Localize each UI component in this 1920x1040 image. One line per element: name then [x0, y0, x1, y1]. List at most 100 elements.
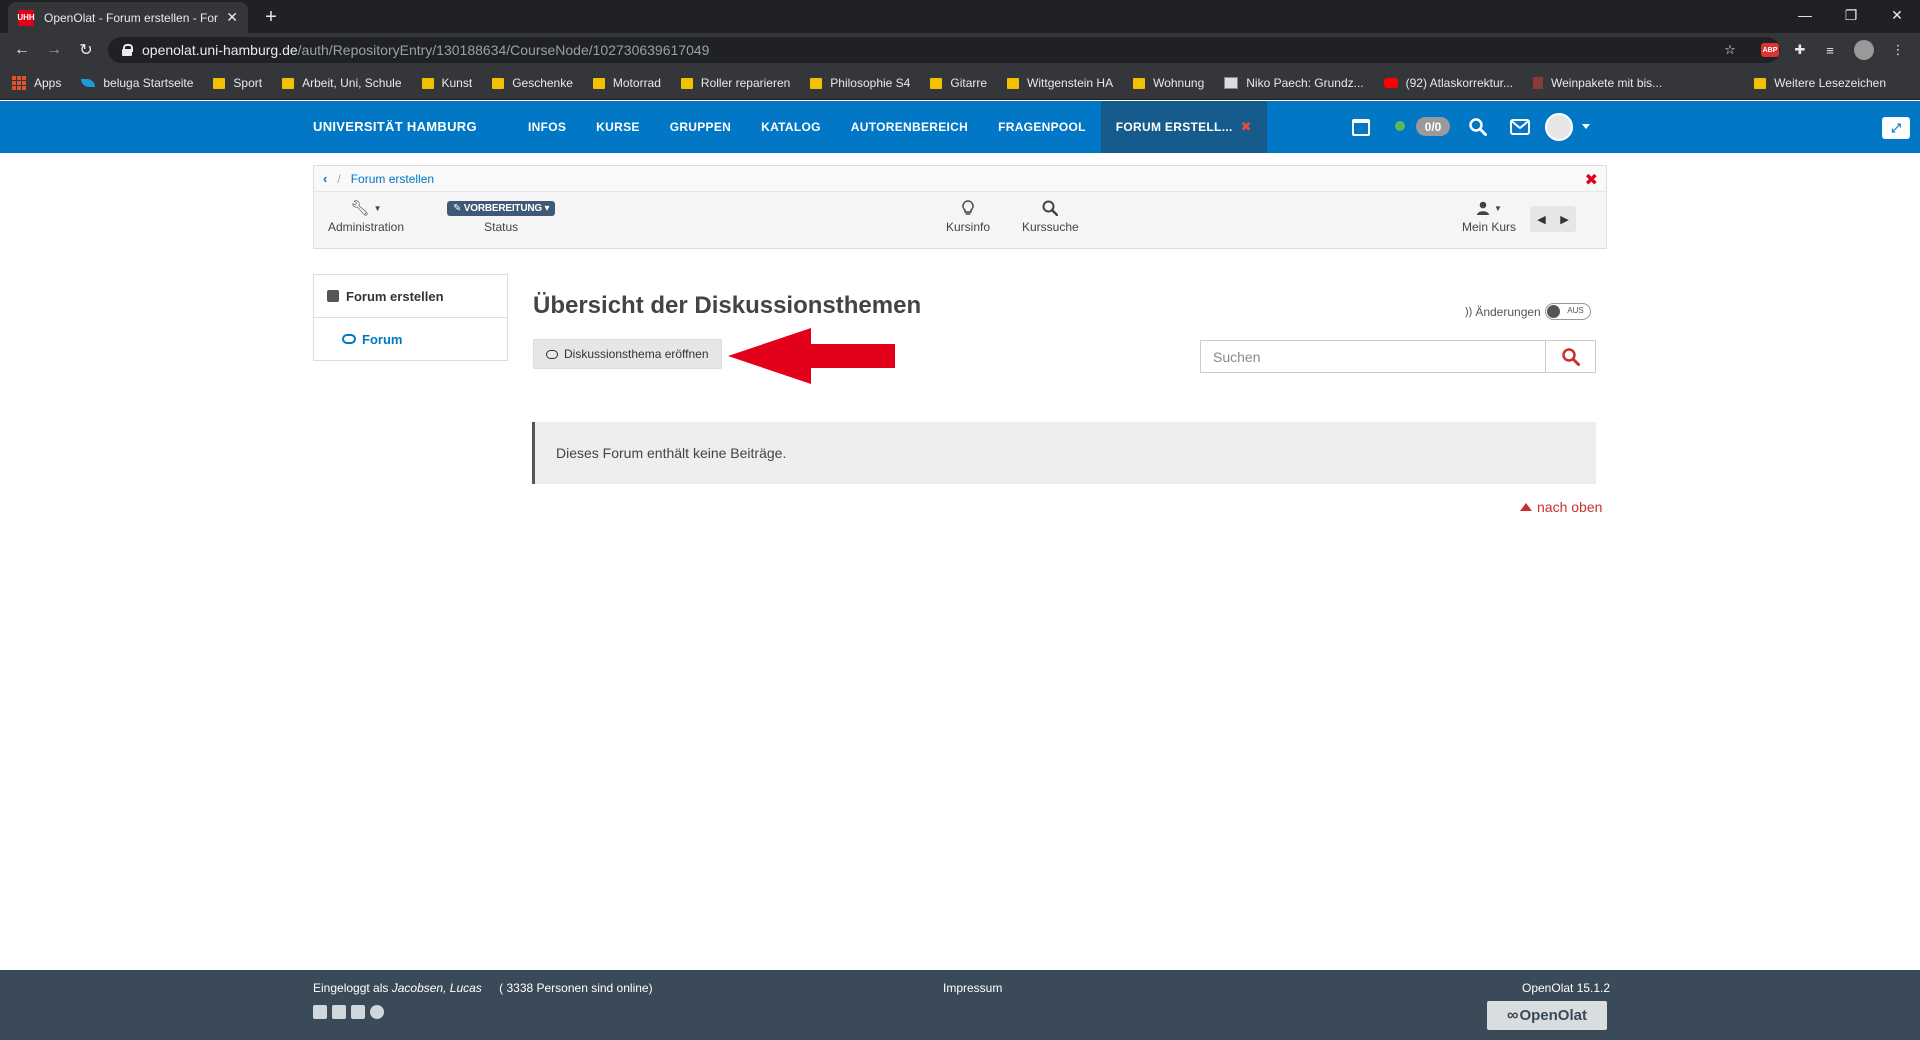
bookmark-folder[interactable]: Motorrad	[592, 76, 661, 90]
bookmark-folder[interactable]: Sport	[213, 76, 262, 90]
nav-gruppen[interactable]: GRUPPEN	[655, 101, 746, 153]
bookmark-folder[interactable]: Arbeit, Uni, Schule	[282, 76, 402, 90]
nav-katalog[interactable]: KATALOG	[746, 101, 836, 153]
new-tab-button[interactable]: +	[258, 4, 284, 30]
openolat-logo[interactable]: ∞ OpenOlat	[1487, 1001, 1607, 1030]
speech-bubble-icon	[342, 334, 356, 344]
site-header: UNIVERSITÄT HAMBURG INFOS KURSE GRUPPEN …	[0, 101, 1920, 153]
bookmark-folder[interactable]: Roller reparieren	[680, 76, 790, 90]
browser-menu-icon[interactable]: ⋮	[1886, 38, 1910, 62]
bookmark-apps[interactable]: Apps	[12, 76, 61, 90]
kurssuche-button[interactable]: Kurssuche	[1022, 198, 1079, 234]
close-course-icon[interactable]: ✖	[1585, 170, 1598, 190]
nav-kurse[interactable]: KURSE	[581, 101, 655, 153]
bookmark-wine[interactable]: Weinpakete mit bis...	[1533, 76, 1662, 90]
folder-icon	[213, 77, 226, 89]
login-info: Eingeloggt als Jacobsen, Lucas ( 3338 Pe…	[313, 981, 653, 995]
calendar-icon[interactable]	[1350, 101, 1372, 153]
chevron-down-icon[interactable]	[1582, 124, 1590, 129]
online-count[interactable]: ( 3338 Personen sind online)	[499, 981, 652, 995]
nav-infos[interactable]: INFOS	[513, 101, 581, 153]
new-topic-button[interactable]: Diskussionsthema eröffnen	[533, 339, 722, 369]
chevron-left-icon[interactable]: ‹	[323, 171, 327, 186]
restore-window-button[interactable]: ❐	[1828, 0, 1874, 30]
bookmark-folder[interactable]: Geschenke	[492, 76, 573, 90]
tab-close-icon[interactable]: ✕	[226, 9, 238, 26]
external-link-icon[interactable]	[313, 1005, 327, 1019]
main-navigation: INFOS KURSE GRUPPEN KATALOG AUTORENBEREI…	[513, 101, 1267, 153]
profile-avatar-icon[interactable]	[1852, 38, 1876, 62]
url-path: /auth/RepositoryEntry/130188634/CourseNo…	[297, 42, 710, 58]
breadcrumb-item[interactable]: Forum erstellen	[351, 172, 434, 186]
bookmark-folder[interactable]: Wohnung	[1133, 76, 1204, 90]
bookmark-youtube[interactable]: (92) Atlaskorrektur...	[1383, 76, 1513, 90]
link-icon[interactable]	[332, 1005, 346, 1019]
nav-autorenbereich[interactable]: AUTORENBEREICH	[836, 101, 983, 153]
status-label: Status	[484, 220, 519, 234]
status-badge[interactable]: ✎ VORBEREITUNG ▾	[447, 200, 556, 216]
kursinfo-button[interactable]: Kursinfo	[946, 198, 990, 234]
folder-icon	[492, 77, 505, 89]
mail-icon[interactable]	[1508, 101, 1532, 153]
menu-item-forum[interactable]: Forum	[314, 318, 507, 360]
bookmark-star-icon[interactable]: ☆	[1718, 38, 1742, 62]
online-status-icon[interactable]	[1395, 121, 1405, 131]
search-button[interactable]	[1545, 340, 1596, 373]
back-to-top-link[interactable]: nach oben	[1520, 499, 1602, 515]
minimize-window-button[interactable]: —	[1782, 0, 1828, 30]
nav-fragenpool[interactable]: FRAGENPOOL	[983, 101, 1101, 153]
apps-grid-icon	[12, 76, 26, 90]
media-queue-icon[interactable]: ≡	[1818, 38, 1842, 62]
search-icon	[1561, 347, 1580, 366]
logged-in-user[interactable]: Jacobsen, Lucas	[392, 981, 482, 995]
folder-icon	[282, 77, 295, 89]
cube-icon	[327, 290, 339, 302]
address-bar[interactable]: openolat.uni-hamburg.de /auth/Repository…	[108, 37, 1780, 63]
search-input[interactable]	[1200, 340, 1545, 373]
tab-title: OpenOlat - Forum erstellen - For	[44, 10, 219, 25]
changes-toggle[interactable]: AUS	[1544, 303, 1591, 320]
bookmark-folder[interactable]: Gitarre	[930, 76, 987, 90]
nav-tab-forum-erstellen[interactable]: FORUM ERSTELL... ✖	[1100, 101, 1267, 153]
bookmark-page[interactable]: Niko Paech: Grundz...	[1224, 76, 1364, 90]
user-avatar[interactable]	[1545, 113, 1573, 141]
administration-menu[interactable]: 🔧︎ ▼ Administration	[328, 198, 404, 234]
folder-icon	[810, 77, 823, 89]
impressum-link[interactable]: Impressum	[943, 981, 1002, 995]
administration-label: Administration	[328, 220, 405, 234]
bookmark-folder[interactable]: Wittgenstein HA	[1007, 76, 1113, 90]
close-window-button[interactable]: ✕	[1874, 0, 1920, 30]
status-menu[interactable]: ✎ VORBEREITUNG ▾ Status	[447, 198, 556, 234]
fullscreen-expand-button[interactable]: ⤢	[1882, 117, 1910, 139]
close-tab-icon[interactable]: ✖	[1241, 101, 1252, 153]
reload-button[interactable]: ↻	[74, 38, 98, 62]
user-icon: ▼	[1462, 198, 1516, 218]
extensions-puzzle-icon[interactable]: ✚	[1788, 38, 1812, 62]
mein-kurs-menu[interactable]: ▼ Mein Kurs	[1462, 198, 1516, 234]
course-toolbar: ‹ / Forum erstellen ✖ 🔧︎ ▼ Administration…	[313, 165, 1607, 249]
previous-node-icon[interactable]: ◀	[1530, 206, 1553, 232]
bookmark-folder[interactable]: Philosophie S4	[810, 76, 910, 90]
kurssuche-label: Kurssuche	[1022, 220, 1079, 234]
browser-tab[interactable]: UHH OpenOlat - Forum erstellen - For ✕	[8, 2, 248, 33]
qr-code-icon[interactable]	[351, 1005, 365, 1019]
brand-logo[interactable]: UNIVERSITÄT HAMBURG	[313, 101, 477, 153]
toggle-state: AUS	[1567, 306, 1584, 315]
course-menu: Forum erstellen Forum	[313, 274, 508, 361]
wine-icon	[1533, 77, 1544, 89]
menu-item-root[interactable]: Forum erstellen	[314, 275, 507, 318]
next-node-icon[interactable]: ▶	[1553, 206, 1576, 232]
bookmark-more-folder[interactable]: Weitere Lesezeichen	[1754, 76, 1886, 90]
back-button[interactable]: ←	[10, 38, 34, 62]
bookmark-beluga[interactable]: beluga Startseite	[81, 76, 193, 90]
chat-counter-badge[interactable]: 0/0	[1416, 117, 1450, 136]
search-icon[interactable]	[1466, 101, 1490, 153]
browser-toolbar: ← → ↻ openolat.uni-hamburg.de /auth/Repo…	[0, 33, 1920, 67]
forward-button[interactable]: →	[42, 38, 66, 62]
bookmark-folder[interactable]: Kunst	[421, 76, 472, 90]
adblock-icon[interactable]: ABP	[1758, 38, 1782, 62]
url-host: openolat.uni-hamburg.de	[142, 42, 298, 58]
rss-icon: ))	[1465, 305, 1473, 318]
kursinfo-label: Kursinfo	[946, 220, 991, 234]
help-icon[interactable]	[370, 1005, 384, 1019]
